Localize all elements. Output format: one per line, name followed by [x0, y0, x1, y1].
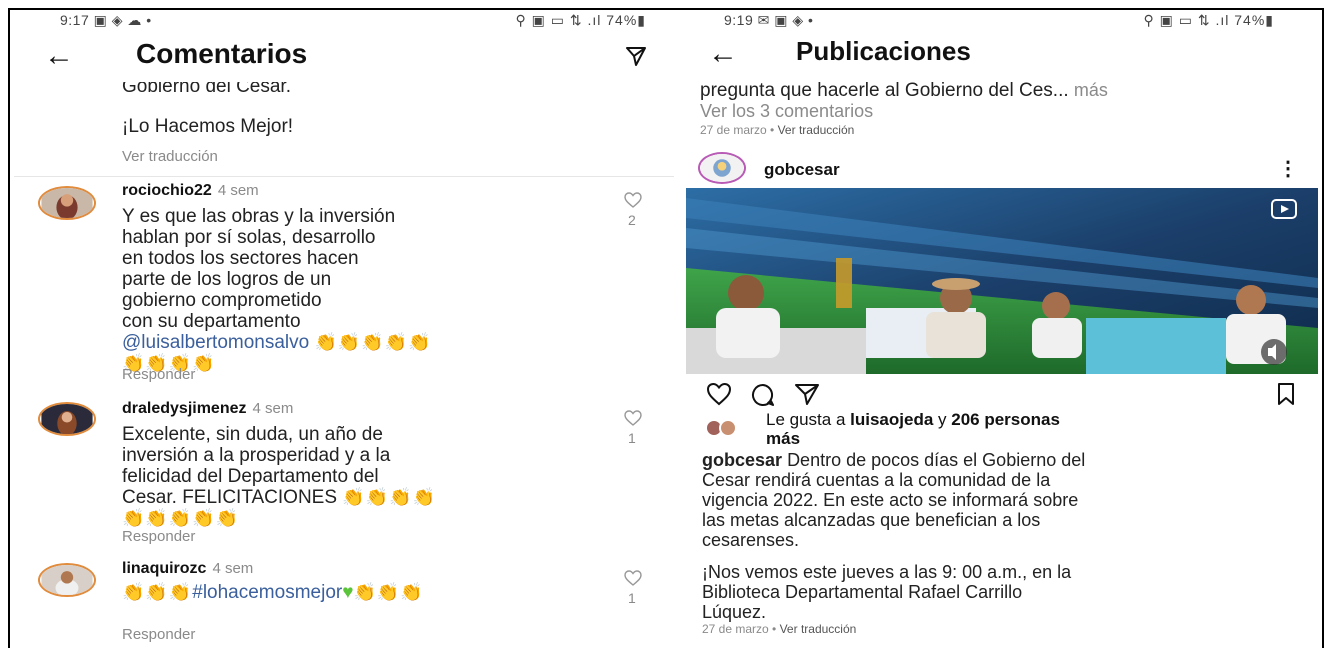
like-count: 1 [628, 590, 636, 606]
comment-header: linaquirozc 4 sem [122, 560, 253, 578]
like-count: 2 [628, 212, 636, 228]
avatar[interactable] [38, 563, 96, 597]
green-heart-emoji: ♥ [342, 582, 354, 603]
post-date-row: 27 de marzo • Ver traducción [702, 622, 857, 636]
hashtag-link[interactable]: #lohacemosmejor [192, 582, 342, 603]
post-date: 27 de marzo [700, 123, 767, 137]
reply-button[interactable]: Responder [122, 626, 195, 643]
caption-tail: Gobierno del Cesar. [122, 82, 291, 97]
like-count: 1 [628, 430, 636, 446]
comments-screen: 9:17 ▣ ◈ ☁ • ⚲ ▣ ▭ ⇅ .ıl 74%▮ ← Comentar… [14, 10, 674, 648]
comment-header: draledysjimenez 4 sem [122, 400, 293, 418]
page-title: Comentarios [136, 38, 308, 69]
status-bar: 9:17 ▣ ◈ ☁ • ⚲ ▣ ▭ ⇅ .ıl 74%▮ [14, 10, 674, 34]
clapping-hands-emoji: 👏👏👏👏👏 [122, 508, 240, 528]
see-translation-link[interactable]: Ver traducción [780, 622, 857, 636]
comment-username[interactable]: linaquirozc [122, 560, 206, 577]
avatar[interactable] [38, 402, 96, 436]
comment-username[interactable]: rociochio22 [122, 182, 212, 199]
back-arrow-icon[interactable]: ← [708, 38, 738, 70]
post-date: 27 de marzo [702, 622, 769, 636]
status-bar: 9:19 ✉ ▣ ◈ • ⚲ ▣ ▭ ⇅ .ıl 74%▮ [686, 10, 1318, 34]
post-avatar[interactable] [698, 152, 746, 184]
comment-header: rociochio22 4 sem [122, 182, 259, 200]
back-arrow-icon[interactable]: ← [44, 40, 74, 72]
heart-icon[interactable] [624, 410, 642, 426]
comment-text: 👏👏👏#lohacemosmejor♥👏👏👏 [122, 582, 622, 603]
reply-button[interactable]: Responder [122, 528, 195, 545]
heart-icon[interactable] [624, 192, 642, 208]
clapping-hands-emoji: 👏👏👏👏👏 [314, 332, 432, 352]
app-bar: ← Comentarios [14, 38, 674, 82]
post-date-row: 27 de marzo • Ver traducción [700, 123, 855, 137]
comment-time: 4 sem [217, 182, 259, 199]
app-bar: ← Publicaciones [686, 36, 1318, 80]
send-icon[interactable] [624, 44, 648, 68]
divider [14, 176, 674, 177]
comment-text: Excelente, sin duda, un año de inversión… [122, 424, 436, 528]
liked-by-avatars [702, 418, 746, 438]
more-link[interactable]: más [1074, 80, 1108, 100]
bookmark-icon[interactable] [1276, 382, 1296, 406]
comment-time: 4 sem [252, 400, 294, 417]
comment-icon[interactable] [750, 382, 776, 408]
avatar[interactable] [38, 186, 96, 220]
like-heart-icon[interactable] [706, 382, 732, 406]
more-options-icon[interactable]: ⋮ [1278, 156, 1298, 181]
likes-summary[interactable]: Le gusta a luisaojeda y 206 personas más [766, 410, 1286, 448]
status-time: 9:19 ✉ ▣ ◈ • [724, 12, 814, 28]
posts-screen: 9:19 ✉ ▣ ◈ • ⚲ ▣ ▭ ⇅ .ıl 74%▮ ← Publicac… [686, 10, 1318, 648]
heart-icon[interactable] [624, 570, 642, 586]
status-indicators: ⚲ ▣ ▭ ⇅ .ıl 74%▮ [515, 12, 646, 28]
caption-slogan: ¡Lo Hacemos Mejor! [122, 116, 294, 137]
post-username[interactable]: gobcesar [764, 160, 840, 180]
comment-username[interactable]: draledysjimenez [122, 400, 247, 417]
post-caption-event: ¡Nos vemos este jueves a las 9: 00 a.m.,… [702, 562, 1072, 622]
reply-button[interactable]: Responder [122, 366, 195, 383]
page-title: Publicaciones [796, 36, 971, 66]
clapping-hands-emoji: 👏👏👏 [353, 582, 424, 602]
see-translation-link[interactable]: Ver traducción [778, 123, 855, 137]
share-icon[interactable] [794, 382, 820, 406]
view-comments-link[interactable]: Ver los 3 comentarios [700, 101, 873, 122]
post-caption: gobcesar Dentro de pocos días el Gobiern… [702, 450, 1086, 550]
clapping-hands-emoji: 👏👏👏👏 [342, 487, 436, 507]
status-time: 9:17 ▣ ◈ ☁ • [60, 12, 152, 28]
comment-time: 4 sem [212, 560, 254, 577]
caption-username[interactable]: gobcesar [702, 450, 782, 470]
status-indicators: ⚲ ▣ ▭ ⇅ .ıl 74%▮ [1143, 12, 1274, 28]
previous-post-caption: pregunta que hacerle al Gobierno del Ces… [700, 80, 1108, 101]
see-translation-link[interactable]: Ver traducción [122, 148, 218, 165]
clapping-hands-emoji: 👏👏👏 [122, 582, 193, 602]
mention-link[interactable]: @luisalbertomonsalvo [122, 332, 309, 353]
comment-text: Y es que las obras y la inversión hablan… [122, 206, 432, 373]
post-video-thumbnail[interactable] [686, 188, 1318, 374]
